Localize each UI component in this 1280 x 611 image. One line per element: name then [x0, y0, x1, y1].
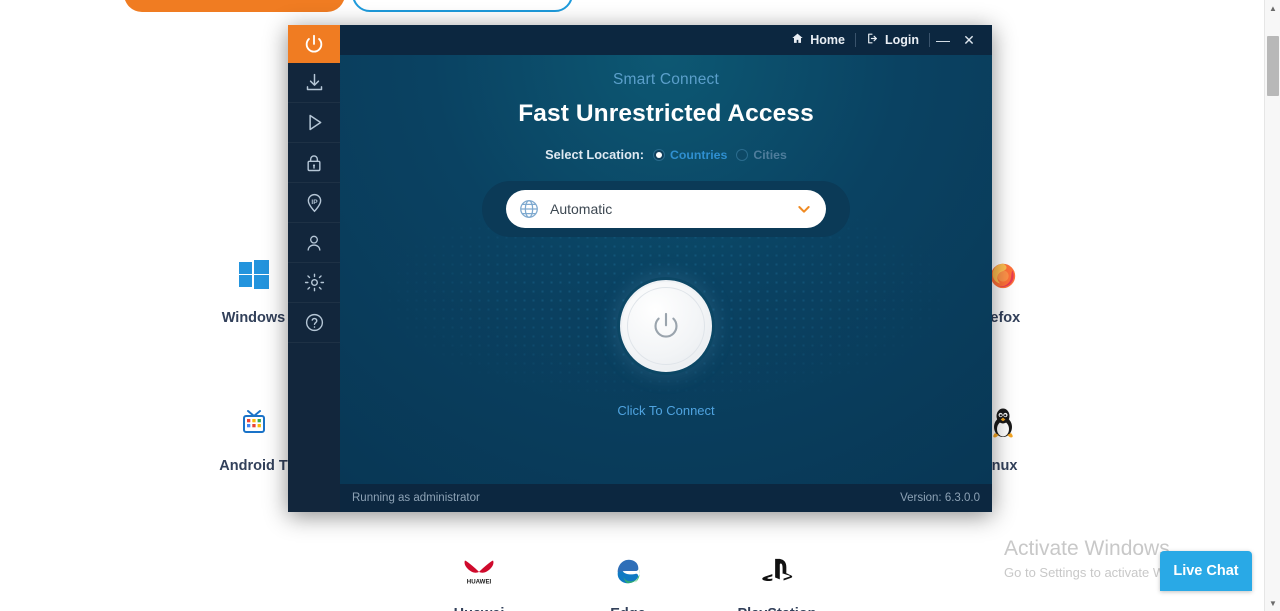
radio-dot-icon: [652, 148, 665, 161]
app-content: Smart Connect Fast Unrestricted Access S…: [340, 25, 992, 512]
smart-connect-label: Smart Connect: [613, 71, 719, 88]
sidebar-item-help[interactable]: [288, 303, 340, 343]
select-location-label: Select Location:: [545, 147, 644, 162]
platform-label: Edge: [554, 606, 703, 611]
scrollbar-thumb[interactable]: [1267, 36, 1279, 96]
live-chat-button[interactable]: Live Chat: [1160, 551, 1252, 591]
click-to-connect-label: Click To Connect: [617, 403, 715, 418]
cta-button-primary[interactable]: [124, 0, 345, 12]
playstation-icon: [703, 546, 852, 596]
page-title: Fast Unrestricted Access: [518, 100, 814, 127]
scroll-up-icon[interactable]: ▲: [1265, 0, 1280, 16]
status-right: Version: 6.3.0.0: [900, 492, 980, 504]
radio-dot-icon: [736, 148, 749, 161]
location-dropdown-value: Automatic: [550, 201, 613, 217]
app-sidebar: IP: [288, 25, 340, 512]
globe-icon: [518, 198, 540, 220]
scroll-down-icon[interactable]: ▼: [1265, 595, 1280, 611]
connect-button[interactable]: [620, 280, 712, 372]
location-dropdown-wrapper: Automatic: [482, 181, 850, 237]
platform-item-edge[interactable]: Edge: [554, 546, 703, 611]
radio-countries[interactable]: Countries: [652, 147, 728, 162]
connect-area: Click To Connect: [617, 280, 715, 418]
platform-label: Huawei: [405, 606, 554, 611]
sidebar-item-power[interactable]: [288, 25, 340, 63]
sidebar-item-download[interactable]: [288, 63, 340, 103]
edge-icon: [554, 546, 703, 596]
minimize-button[interactable]: —: [930, 29, 956, 51]
location-dropdown[interactable]: Automatic: [506, 190, 826, 228]
svg-text:HUAWEI: HUAWEI: [467, 578, 492, 585]
browser-scrollbar[interactable]: ▲ ▼: [1264, 0, 1280, 611]
sidebar-item-speed-test[interactable]: [288, 103, 340, 143]
radio-cities[interactable]: Cities: [736, 148, 787, 162]
select-location-row: Select Location: Countries Cities: [545, 147, 787, 162]
platform-item-huawei[interactable]: HUAWEI Huawei: [405, 546, 554, 611]
radio-cities-label: Cities: [753, 147, 787, 162]
platform-item-playstation[interactable]: PlayStation: [703, 546, 852, 611]
titlebar-home-button[interactable]: Home: [781, 32, 855, 48]
status-left: Running as administrator: [352, 492, 480, 504]
sidebar-item-account[interactable]: [288, 223, 340, 263]
screen: Iv You can download spective device. Win…: [0, 0, 1280, 611]
radio-countries-label: Countries: [669, 147, 728, 162]
home-icon: [791, 32, 804, 48]
sidebar-item-settings[interactable]: [288, 263, 340, 303]
login-icon: [866, 32, 879, 48]
sidebar-item-ip-location[interactable]: IP: [288, 183, 340, 223]
sidebar-item-security[interactable]: [288, 143, 340, 183]
platform-label: PlayStation: [703, 606, 852, 611]
svg-text:IP: IP: [311, 199, 318, 206]
chevron-down-icon[interactable]: [796, 201, 812, 217]
titlebar-login-label: Login: [884, 33, 919, 47]
app-main-panel: Home Login — ✕ Smart Connect Fast Unrest…: [340, 25, 992, 512]
titlebar-login-button[interactable]: Login: [856, 32, 929, 48]
huawei-icon: HUAWEI: [405, 546, 554, 596]
cta-button-secondary[interactable]: [352, 0, 573, 12]
vpn-app-window: IP Home Login — ✕ Smart Connect Fast Unr…: [288, 25, 992, 512]
app-statusbar: Running as administrator Version: 6.3.0.…: [340, 484, 992, 512]
titlebar-home-label: Home: [810, 33, 845, 47]
app-titlebar: Home Login — ✕: [340, 25, 992, 55]
close-button[interactable]: ✕: [956, 29, 982, 51]
